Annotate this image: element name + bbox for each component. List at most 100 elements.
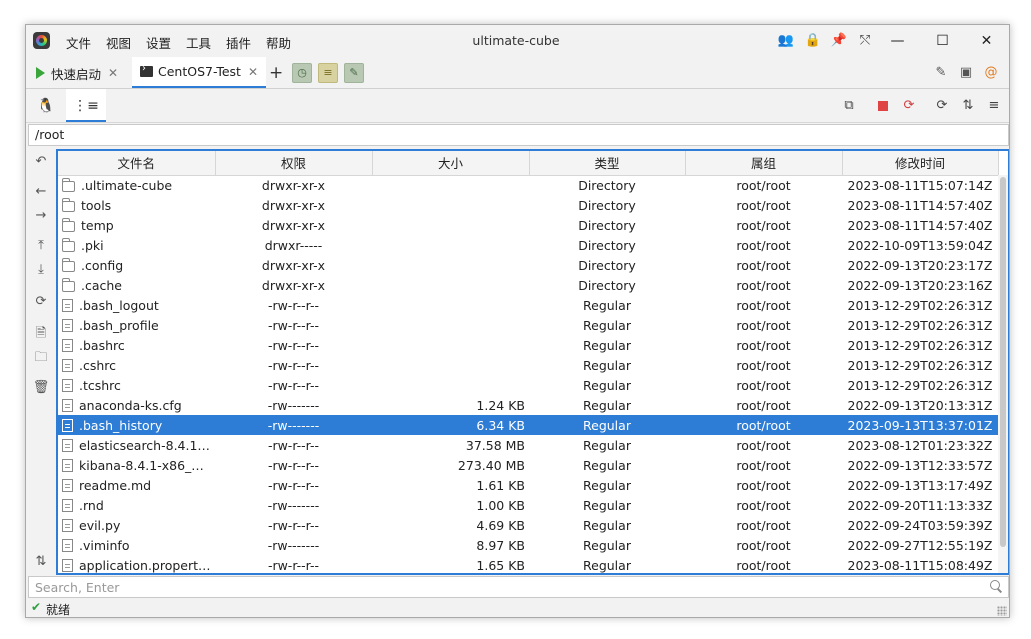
file-name-cell: .ultimate-cube (58, 175, 215, 195)
minimize-button[interactable]: — (875, 25, 920, 57)
file-name-cell: .bash_logout (58, 295, 215, 315)
modified-cell: 2023-08-11T14:57:40Z (847, 197, 993, 213)
modified-cell: 2022-09-13T13:17:49Z (847, 477, 993, 493)
modified-cell: 2013-12-29T02:26:31Z (847, 357, 993, 373)
close-button[interactable]: ✕ (964, 25, 1009, 57)
modified-cell: 2023-08-11T14:57:40Z (847, 217, 993, 233)
close-tab-icon[interactable]: ✕ (248, 65, 258, 79)
table-row[interactable]: anaconda-ks.cfg -rw------- 1.24 KB Regular r… (58, 395, 998, 415)
table-row[interactable]: .config drwxr-xr-x Directory root/root 2022-… (58, 255, 998, 275)
menu-plugins[interactable]: 插件 (226, 33, 251, 52)
list-icon[interactable]: ≡ (318, 63, 338, 83)
stop-icon[interactable] (874, 97, 892, 115)
refresh-icon[interactable]: ⟳ (933, 97, 951, 115)
table-row[interactable]: .pki drwxr----- Directory root/root 2022-10-… (58, 235, 998, 255)
close-tab-icon[interactable]: ✕ (108, 66, 118, 80)
table-row[interactable]: .bash_logout -rw-r--r-- Regular root/root 20… (58, 295, 998, 315)
owner-cell: root/root (736, 517, 791, 533)
file-name: elasticsearch-8.4.1-x... (79, 437, 215, 453)
table-row[interactable]: kibana-8.4.1-x86_64.... -rw-r--r-- 273.40 … (58, 455, 998, 475)
size-cell: 1.61 KB (476, 477, 525, 493)
table-row[interactable]: .cshrc -rw-r--r-- Regular root/root 2013-12-… (58, 355, 998, 375)
file-name-cell: readme.md (58, 475, 215, 495)
permission-cell: -rw-r--r-- (267, 557, 320, 573)
file-toolbar: 🐧 ⋮≡ ⧉ ⟳ ⟳ ⇅ ≡ (26, 89, 1009, 123)
menu-icon[interactable]: ≡ (985, 97, 1003, 115)
vertical-scrollbar[interactable] (998, 175, 1008, 573)
clock-icon[interactable]: ◷ (292, 63, 312, 83)
table-row[interactable]: .bash_profile -rw-r--r-- Regular root/root 2… (58, 315, 998, 335)
permission-cell: -rw------- (267, 537, 320, 553)
users-icon[interactable]: 👥 (777, 32, 795, 50)
trash-icon[interactable]: 🗑 (32, 379, 50, 397)
menu-tools[interactable]: 工具 (186, 33, 211, 52)
size-cell: 1.00 KB (476, 497, 525, 513)
tab-quick-start[interactable]: 快速启动 ✕ (36, 57, 118, 89)
pin-close-icon[interactable]: ⤲ (856, 32, 874, 50)
transfer-icon[interactable]: ⇅ (959, 97, 977, 115)
size-cell (372, 215, 529, 235)
forward-arrow-icon[interactable]: → (32, 207, 50, 225)
table-header: 文件名 权限 大小 类型 属组 修改时间 (58, 151, 999, 176)
column-header-owner[interactable]: 属组 (685, 151, 843, 176)
upload-icon[interactable]: ⤒ (32, 237, 50, 255)
undo-icon[interactable]: ↶ (32, 153, 50, 171)
column-header-name[interactable]: 文件名 (58, 151, 216, 176)
file-icon (62, 538, 73, 552)
table-row[interactable]: elasticsearch-8.4.1-x... -rw-r--r-- 37.58 … (58, 435, 998, 455)
reconnect-icon[interactable]: ⟳ (900, 97, 918, 115)
linux-icon[interactable]: 🐧 (26, 89, 66, 123)
tab-centos7-test[interactable]: CentOS7-Test ✕ (132, 57, 267, 88)
column-header-size[interactable]: 大小 (372, 151, 530, 176)
pin-icon[interactable]: 📌 (830, 32, 848, 50)
new-folder-icon[interactable]: 🗀 (32, 349, 50, 367)
column-header-permission[interactable]: 权限 (215, 151, 373, 176)
sort-icon[interactable]: ⇅ (32, 553, 50, 571)
search-icon[interactable] (989, 579, 1003, 593)
table-row[interactable]: .cache drwxr-xr-x Directory root/root 2022-0… (58, 275, 998, 295)
table-row[interactable]: evil.py -rw-r--r-- 4.69 KB Regular root/root… (58, 515, 998, 535)
file-name: .cache (81, 277, 122, 293)
add-tab-button[interactable]: + (269, 63, 283, 83)
tab-quick-start-label: 快速启动 (51, 66, 102, 82)
table-row[interactable]: .ultimate-cube drwxr-xr-x Directory root/ro… (58, 175, 998, 195)
table-row[interactable]: .bashrc -rw-r--r-- Regular root/root 2013-12… (58, 335, 998, 355)
menu-help[interactable]: 帮助 (266, 33, 291, 52)
modified-cell: 2023-08-11T15:07:14Z (847, 177, 993, 193)
path-input[interactable]: /root (28, 124, 1009, 146)
table-row[interactable]: tools drwxr-xr-x Directory root/root 2023-08… (58, 195, 998, 215)
tree-icon[interactable]: ⋮≡ (66, 89, 106, 122)
size-cell (372, 235, 529, 255)
new-file-icon[interactable]: 🗎 (32, 325, 50, 343)
modified-cell: 2013-12-29T02:26:31Z (847, 317, 993, 333)
file-icon (62, 298, 73, 312)
scrollbar-thumb[interactable] (1000, 177, 1006, 547)
column-header-modified[interactable]: 修改时间 (842, 151, 999, 176)
edit-icon[interactable]: ✎ (344, 63, 364, 83)
resize-grip-icon[interactable] (997, 606, 1007, 616)
file-name-cell: .cache (58, 275, 215, 295)
table-row[interactable]: .tcshrc -rw-r--r-- Regular root/root 2013-12… (58, 375, 998, 395)
at-icon[interactable]: @ (982, 64, 1000, 82)
column-header-type[interactable]: 类型 (529, 151, 686, 176)
menu-file[interactable]: 文件 (66, 33, 91, 52)
menu-view[interactable]: 视图 (106, 33, 131, 52)
size-cell: 4.69 KB (476, 517, 525, 533)
maximize-button[interactable]: ☐ (920, 25, 965, 57)
copy-icon[interactable]: ⧉ (840, 97, 858, 115)
table-row[interactable]: .rnd -rw------- 1.00 KB Regular root/root 202… (58, 495, 998, 515)
image-icon[interactable]: ▣ (957, 64, 975, 82)
search-input[interactable] (29, 577, 969, 597)
table-row[interactable]: .bash_history -rw------- 6.34 KB Regular roo… (58, 415, 998, 435)
lock-icon[interactable]: 🔒 (804, 32, 822, 50)
back-arrow-icon[interactable]: ← (32, 183, 50, 201)
download-icon[interactable]: ⤓ (32, 261, 50, 279)
table-row[interactable]: .viminfo -rw------- 8.97 KB Regular root/roo… (58, 535, 998, 555)
table-row[interactable]: application.properties -rw-r--r-- 1.65 KB R… (58, 555, 998, 573)
menu-settings[interactable]: 设置 (146, 33, 171, 52)
table-row[interactable]: readme.md -rw-r--r-- 1.61 KB Regular root/ro… (58, 475, 998, 495)
refresh-icon[interactable]: ⟳ (32, 293, 50, 311)
table-row[interactable]: temp drwxr-xr-x Directory root/root 2023-08-… (58, 215, 998, 235)
brush-icon[interactable]: ✎ (932, 64, 950, 82)
file-name: .rnd (79, 497, 104, 513)
